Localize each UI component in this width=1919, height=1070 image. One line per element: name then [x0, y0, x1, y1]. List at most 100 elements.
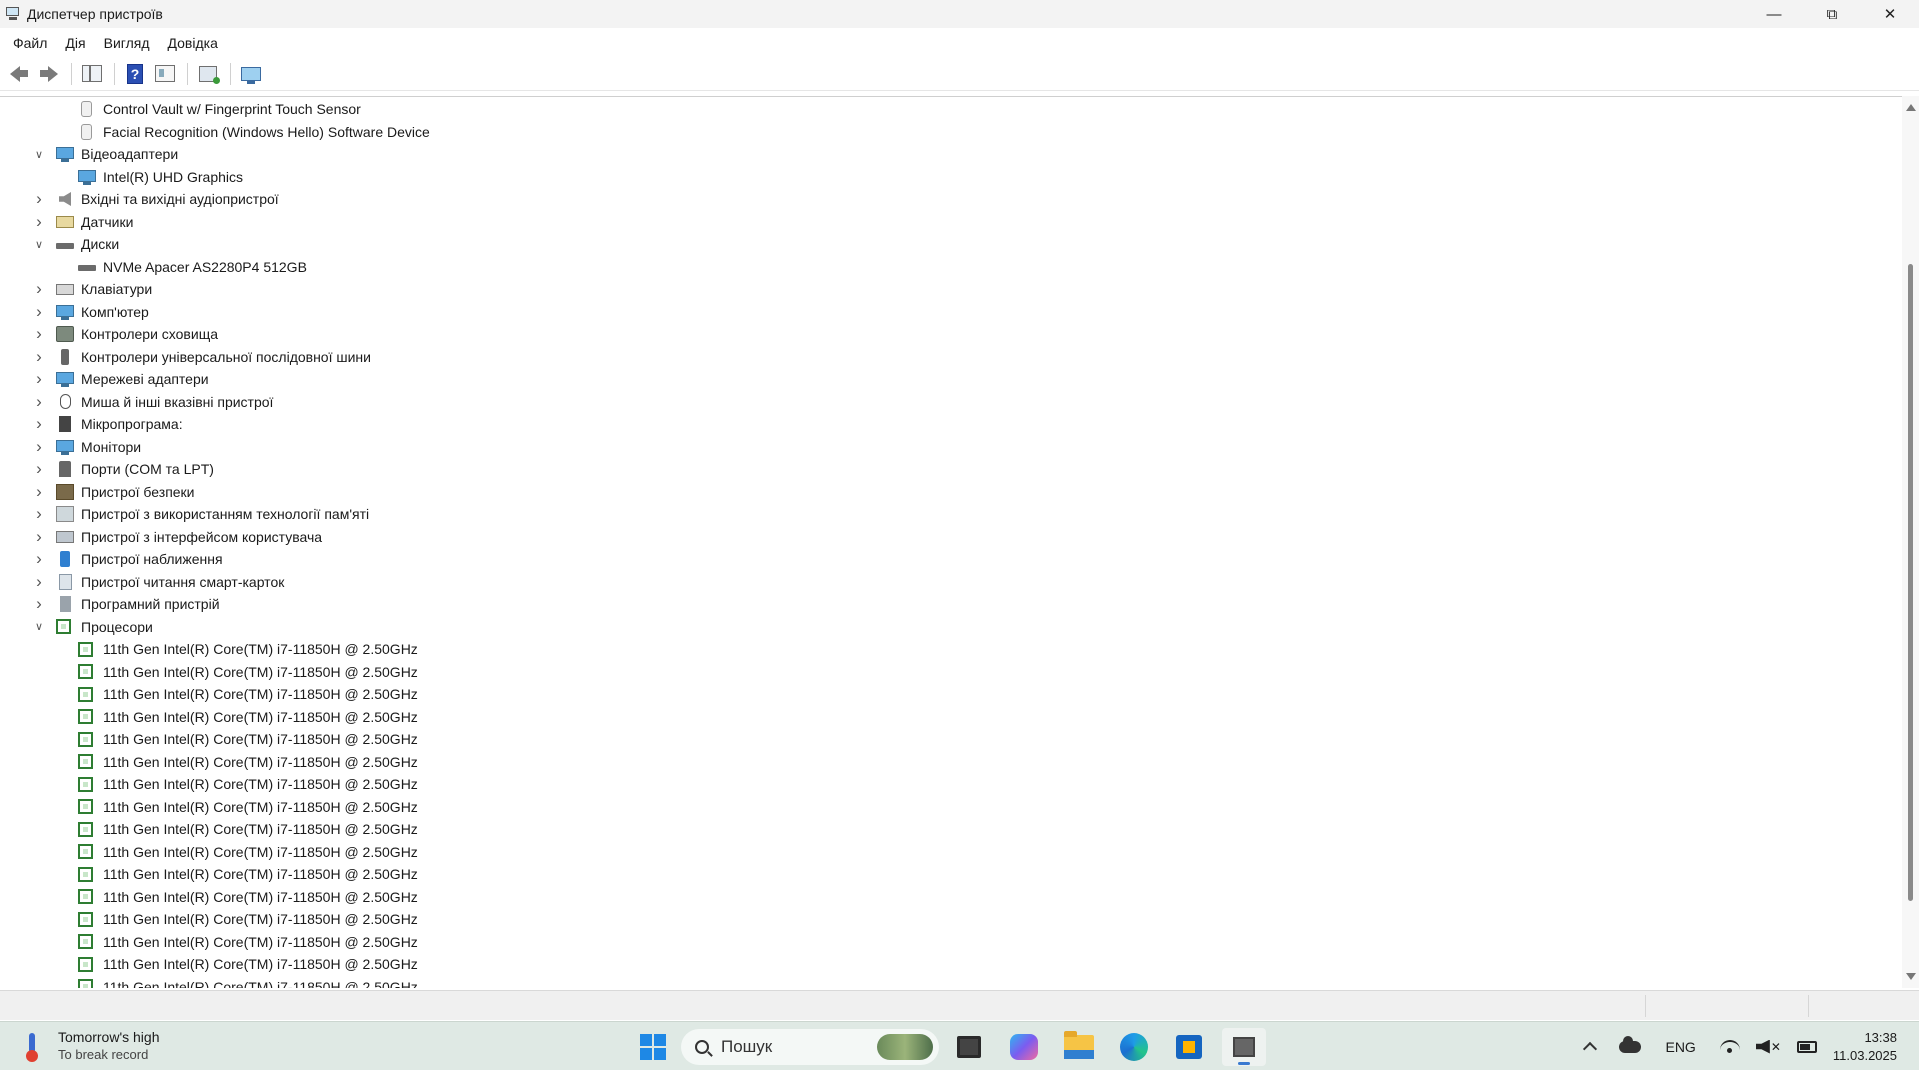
chevron-right-icon[interactable]: ›: [32, 369, 46, 388]
tree-device[interactable]: 11th Gen Intel(R) Core(TM) i7-11850H @ 2…: [78, 661, 418, 683]
menu-help[interactable]: Довідка: [159, 33, 227, 53]
tree-category[interactable]: › Пристрої безпеки: [32, 481, 194, 503]
close-button[interactable]: ✕: [1861, 0, 1919, 28]
file-explorer-button[interactable]: [1057, 1026, 1101, 1068]
chevron-right-icon[interactable]: ›: [32, 549, 46, 568]
device-tree[interactable]: Control Vault w/ Fingerprint Touch Senso…: [0, 96, 1902, 988]
tree-category[interactable]: › Пристрої наближення: [32, 548, 222, 570]
chevron-right-icon[interactable]: ›: [32, 527, 46, 546]
clock[interactable]: 13:38 11.03.2025: [1833, 1029, 1897, 1065]
minimize-button[interactable]: —: [1745, 0, 1803, 28]
tree-device[interactable]: 11th Gen Intel(R) Core(TM) i7-11850H @ 2…: [78, 706, 418, 728]
onedrive-button[interactable]: [1619, 1035, 1642, 1053]
volume-button[interactable]: ✕: [1755, 1039, 1781, 1054]
tree-device[interactable]: 11th Gen Intel(R) Core(TM) i7-11850H @ 2…: [78, 818, 418, 840]
chevron-right-icon[interactable]: ›: [32, 189, 46, 208]
help-button[interactable]: ?: [121, 61, 149, 87]
edge-button[interactable]: [1112, 1026, 1156, 1068]
tree-category[interactable]: ∨ Процесори: [32, 616, 153, 638]
tree-category[interactable]: ∨ Відеоадаптери: [32, 143, 178, 165]
chevron-down-icon[interactable]: ∨: [32, 237, 46, 251]
chevron-right-icon[interactable]: ›: [32, 279, 46, 298]
tree-device[interactable]: 11th Gen Intel(R) Core(TM) i7-11850H @ 2…: [78, 683, 418, 705]
tree-device[interactable]: 11th Gen Intel(R) Core(TM) i7-11850H @ 2…: [78, 728, 418, 750]
tree-device[interactable]: 11th Gen Intel(R) Core(TM) i7-11850H @ 2…: [78, 863, 418, 885]
tree-category[interactable]: › Контролери універсальної послідовної ши…: [32, 346, 371, 368]
tree-device[interactable]: NVMe Apacer AS2280P4 512GB: [78, 256, 307, 278]
show-hide-tree-icon: [82, 65, 102, 82]
vertical-scrollbar[interactable]: [1902, 96, 1919, 988]
chevron-right-icon[interactable]: ›: [32, 392, 46, 411]
scan-hardware-button[interactable]: [194, 61, 222, 87]
tree-item-label: 11th Gen Intel(R) Core(TM) i7-11850H @ 2…: [103, 753, 418, 770]
weather-widget[interactable]: Tomorrow's high To break record: [24, 1029, 160, 1063]
show-hide-tree-button[interactable]: [78, 61, 106, 87]
chevron-right-icon[interactable]: ›: [32, 437, 46, 456]
show-hidden-icons-button[interactable]: [1583, 1039, 1598, 1057]
forward-button[interactable]: [35, 61, 63, 87]
properties-button[interactable]: [151, 61, 179, 87]
tree-device[interactable]: 11th Gen Intel(R) Core(TM) i7-11850H @ 2…: [78, 931, 418, 953]
tree-category[interactable]: › Мікропрограма:: [32, 413, 182, 435]
tree-device[interactable]: 11th Gen Intel(R) Core(TM) i7-11850H @ 2…: [78, 796, 418, 818]
tree-category[interactable]: › Вхідні та вихідні аудіопристрої: [32, 188, 279, 210]
tree-category[interactable]: › Мережеві адаптери: [32, 368, 208, 390]
tree-category[interactable]: › Контролери сховища: [32, 323, 218, 345]
tree-category[interactable]: ∨ Диски: [32, 233, 119, 255]
chevron-right-icon[interactable]: ›: [32, 324, 46, 343]
search-box[interactable]: Пошук: [681, 1029, 939, 1065]
tree-category[interactable]: › Порти (COM та LPT): [32, 458, 214, 480]
chevron-right-icon[interactable]: ›: [32, 302, 46, 321]
back-button[interactable]: [5, 61, 33, 87]
tree-category[interactable]: › Миша й інші вказівні пристрої: [32, 391, 273, 413]
tree-category[interactable]: › Програмний пристрій: [32, 593, 219, 615]
monitor-icon: [56, 372, 74, 387]
battery-button[interactable]: [1796, 1040, 1817, 1053]
chip-icon: [78, 709, 93, 724]
chevron-right-icon[interactable]: ›: [32, 347, 46, 366]
tree-category[interactable]: › Пристрої з використанням технології пам…: [32, 503, 369, 525]
tree-device[interactable]: Intel(R) UHD Graphics: [78, 166, 243, 188]
start-button[interactable]: [633, 1027, 673, 1067]
tree-device[interactable]: 11th Gen Intel(R) Core(TM) i7-11850H @ 2…: [78, 976, 418, 988]
tree-device[interactable]: Facial Recognition (Windows Hello) Softw…: [78, 121, 430, 143]
chevron-right-icon[interactable]: ›: [32, 459, 46, 478]
tree-device[interactable]: 11th Gen Intel(R) Core(TM) i7-11850H @ 2…: [78, 751, 418, 773]
chevron-right-icon[interactable]: ›: [32, 414, 46, 433]
menu-file[interactable]: Файл: [4, 33, 56, 53]
tree-category[interactable]: › Пристрої з інтерфейсом користувача: [32, 526, 322, 548]
chevron-right-icon[interactable]: ›: [32, 504, 46, 523]
copilot-button[interactable]: [1002, 1026, 1046, 1068]
scroll-up-arrow-icon[interactable]: [1906, 104, 1916, 111]
tree-category[interactable]: › Клавіатури: [32, 278, 152, 300]
tree-category[interactable]: › Комп'ютер: [32, 301, 149, 323]
store-button[interactable]: [1167, 1026, 1211, 1068]
menu-view[interactable]: Вигляд: [95, 33, 159, 53]
device-manager-taskbar-button[interactable]: [1222, 1026, 1266, 1068]
restore-button[interactable]: ⧉: [1803, 0, 1861, 28]
restore-icon: ⧉: [1826, 5, 1838, 23]
tree-category[interactable]: › Пристрої читання смарт-карток: [32, 571, 284, 593]
task-view-button[interactable]: [947, 1026, 991, 1068]
scroll-thumb[interactable]: [1908, 264, 1913, 901]
chevron-down-icon[interactable]: ∨: [32, 147, 46, 161]
scroll-down-arrow-icon[interactable]: [1906, 973, 1916, 980]
menu-action[interactable]: Дія: [56, 33, 94, 53]
network-button[interactable]: [1719, 1039, 1740, 1054]
chevron-down-icon[interactable]: ∨: [32, 620, 46, 634]
tree-category[interactable]: › Датчики: [32, 211, 133, 233]
tree-device[interactable]: 11th Gen Intel(R) Core(TM) i7-11850H @ 2…: [78, 953, 418, 975]
tree-device[interactable]: Control Vault w/ Fingerprint Touch Senso…: [78, 98, 361, 120]
monitor-button[interactable]: [237, 61, 265, 87]
tree-device[interactable]: 11th Gen Intel(R) Core(TM) i7-11850H @ 2…: [78, 908, 418, 930]
chevron-right-icon[interactable]: ›: [32, 482, 46, 501]
chevron-right-icon[interactable]: ›: [32, 572, 46, 591]
language-indicator[interactable]: ENG: [1665, 1039, 1695, 1055]
tree-device[interactable]: 11th Gen Intel(R) Core(TM) i7-11850H @ 2…: [78, 886, 418, 908]
tree-device[interactable]: 11th Gen Intel(R) Core(TM) i7-11850H @ 2…: [78, 841, 418, 863]
tree-device[interactable]: 11th Gen Intel(R) Core(TM) i7-11850H @ 2…: [78, 638, 418, 660]
tree-device[interactable]: 11th Gen Intel(R) Core(TM) i7-11850H @ 2…: [78, 773, 418, 795]
tree-category[interactable]: › Монітори: [32, 436, 141, 458]
chevron-right-icon[interactable]: ›: [32, 594, 46, 613]
chevron-right-icon[interactable]: ›: [32, 212, 46, 231]
